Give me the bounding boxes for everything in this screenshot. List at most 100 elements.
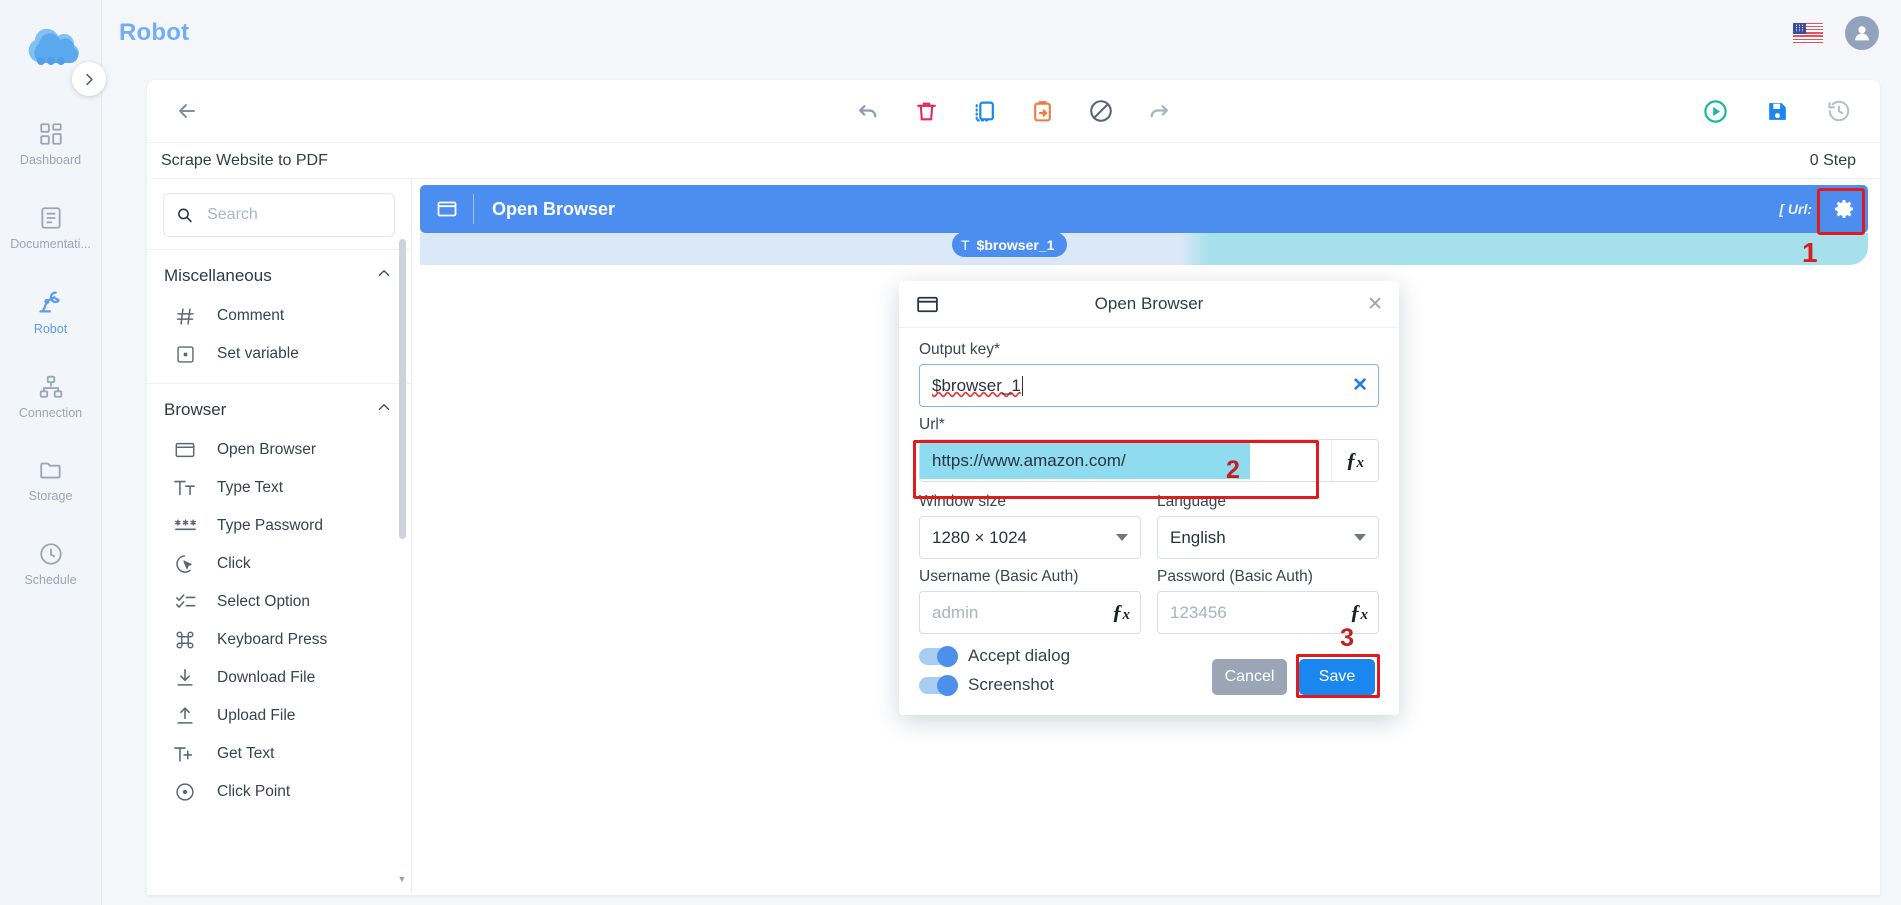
sidebar-expand-toggle[interactable] [72,62,106,96]
browser-window-icon [420,194,474,224]
sidebar-item-label: Robot [33,323,68,336]
callout-number-2: 2 [1226,456,1240,484]
click-point-icon [173,780,197,804]
workflow-step-open-browser[interactable]: Open Browser [ Url: [420,185,1868,235]
url-field[interactable]: https://www.amazon.com/ ƒx [919,439,1379,482]
sidebar-item-schedule[interactable]: Schedule [0,530,101,598]
us-flag-icon[interactable] [1793,22,1823,44]
username-label: Username (Basic Auth) [919,568,1079,585]
username-placeholder: admin [932,602,979,622]
delete-button[interactable] [912,96,942,126]
chevron-down-icon[interactable]: ▼ [396,873,408,885]
url-value: https://www.amazon.com/ [932,450,1126,470]
document-icon [38,205,64,231]
dialog-header: Open Browser ✕ [899,281,1399,328]
function-icon: ƒx [1346,448,1364,472]
output-key-field[interactable]: $browser_1 ✕ [919,364,1379,407]
search-wrapper [147,179,411,249]
palette-item-click-point[interactable]: Click Point [147,773,411,811]
palette-item-open-browser[interactable]: Open Browser [147,431,411,469]
history-icon [1828,100,1850,122]
search-input[interactable] [205,205,382,225]
header-actions [1793,16,1879,50]
sidebar-item-storage[interactable]: Storage [0,446,101,514]
url-input[interactable]: https://www.amazon.com/ [920,440,1331,481]
language-value: English [1170,527,1226,547]
palette-item-select-option[interactable]: Select Option [147,583,411,621]
clear-x-icon[interactable]: ✕ [1352,376,1368,395]
step-body-connector [420,233,1868,265]
output-variable-badge[interactable]: T $browser_1 [952,232,1068,257]
redo-arrow-icon [1150,104,1168,117]
save-button[interactable]: Save [1299,659,1375,695]
palette-item-click[interactable]: Click [147,545,411,583]
url-function-button[interactable]: ƒx [1331,440,1378,481]
window-size-label: Window size [919,493,1006,510]
workflow-name: Scrape Website to PDF [161,151,328,169]
url-label: Url* [919,416,945,433]
search-box[interactable] [163,193,395,237]
dialog-title: Open Browser [1094,294,1204,313]
redo-button[interactable] [1144,96,1174,126]
palette-item-download-file[interactable]: Download File [147,659,411,697]
chevron-down-icon [1354,534,1366,541]
paste-button[interactable] [1028,96,1058,126]
password-function-button[interactable]: ƒx [1350,602,1368,623]
palette-item-set-variable[interactable]: Set variable [147,335,411,373]
palette-item-label: Upload File [217,707,296,724]
dialog-footer: Cancel Save [899,653,1399,715]
browser-window-icon [173,438,197,462]
variable-badge-label: $browser_1 [976,236,1055,253]
username-function-button[interactable]: ƒx [1112,602,1130,623]
language-label: Language [1157,493,1226,510]
palette-item-label: Type Password [217,517,323,534]
robot-arm-icon [37,288,65,316]
hash-icon [173,304,197,328]
palette-group-miscellaneous[interactable]: Miscellaneous [147,250,411,297]
sidebar-item-connection[interactable]: Connection [0,363,101,431]
sidebar-item-documentation[interactable]: Documentati... [0,194,101,262]
palette-item-upload-file[interactable]: Upload File [147,697,411,735]
close-icon[interactable]: ✕ [1367,295,1383,314]
back-button[interactable] [169,93,205,129]
sidebar-item-label: Schedule [24,573,77,586]
undo-button[interactable] [854,96,884,126]
cancel-button[interactable]: Cancel [1212,659,1287,695]
chevron-down-icon [1116,534,1128,541]
scrollbar-thumb[interactable] [399,239,406,539]
username-field[interactable]: admin ƒx [919,591,1141,634]
chevron-up-icon [375,398,393,421]
palette-item-label: Click Point [217,783,291,800]
palette-scrollbar[interactable]: ▼ [398,239,408,884]
dialog-body: Output key* $browser_1 ✕ Url* https://ww… [899,328,1399,696]
run-button[interactable] [1700,96,1730,126]
sidebar-item-dashboard[interactable]: Dashboard [0,110,101,178]
password-label: Password (Basic Auth) [1157,568,1313,585]
output-key-label: Output key* [919,341,1000,358]
workflow-subheader: Scrape Website to PDF 0 Step [147,143,1880,179]
language-select[interactable]: English [1157,516,1379,559]
palette-item-label: Download File [217,669,316,686]
disable-button[interactable] [1086,96,1116,126]
open-browser-dialog: Open Browser ✕ Output key* $browser_1 ✕ … [899,281,1399,715]
palette-item-get-text[interactable]: Get Text [147,735,411,773]
text-type-icon: T [961,236,970,253]
palette-group-browser[interactable]: Browser [147,384,411,431]
sidebar-item-robot[interactable]: Robot [0,277,101,347]
download-icon [173,666,197,690]
save-workflow-button[interactable] [1762,96,1792,126]
window-size-select[interactable]: 1280 × 1024 [919,516,1141,559]
size-language-row: Window size 1280 × 1024 Language English [919,493,1379,559]
palette-item-keyboard-press[interactable]: Keyboard Press [147,621,411,659]
copy-button[interactable] [970,96,1000,126]
palette-item-label: Type Text [217,479,284,496]
user-avatar-icon[interactable] [1845,16,1879,50]
step-settings-gear-button[interactable] [1824,189,1864,229]
palette-item-comment[interactable]: Comment [147,297,411,335]
sidebar-item-label: Connection [18,406,83,419]
click-cursor-icon [173,552,197,576]
history-button[interactable] [1824,96,1854,126]
palette-item-type-password[interactable]: Type Password [147,507,411,545]
palette-item-type-text[interactable]: Type Text [147,469,411,507]
command-key-icon [173,628,197,652]
